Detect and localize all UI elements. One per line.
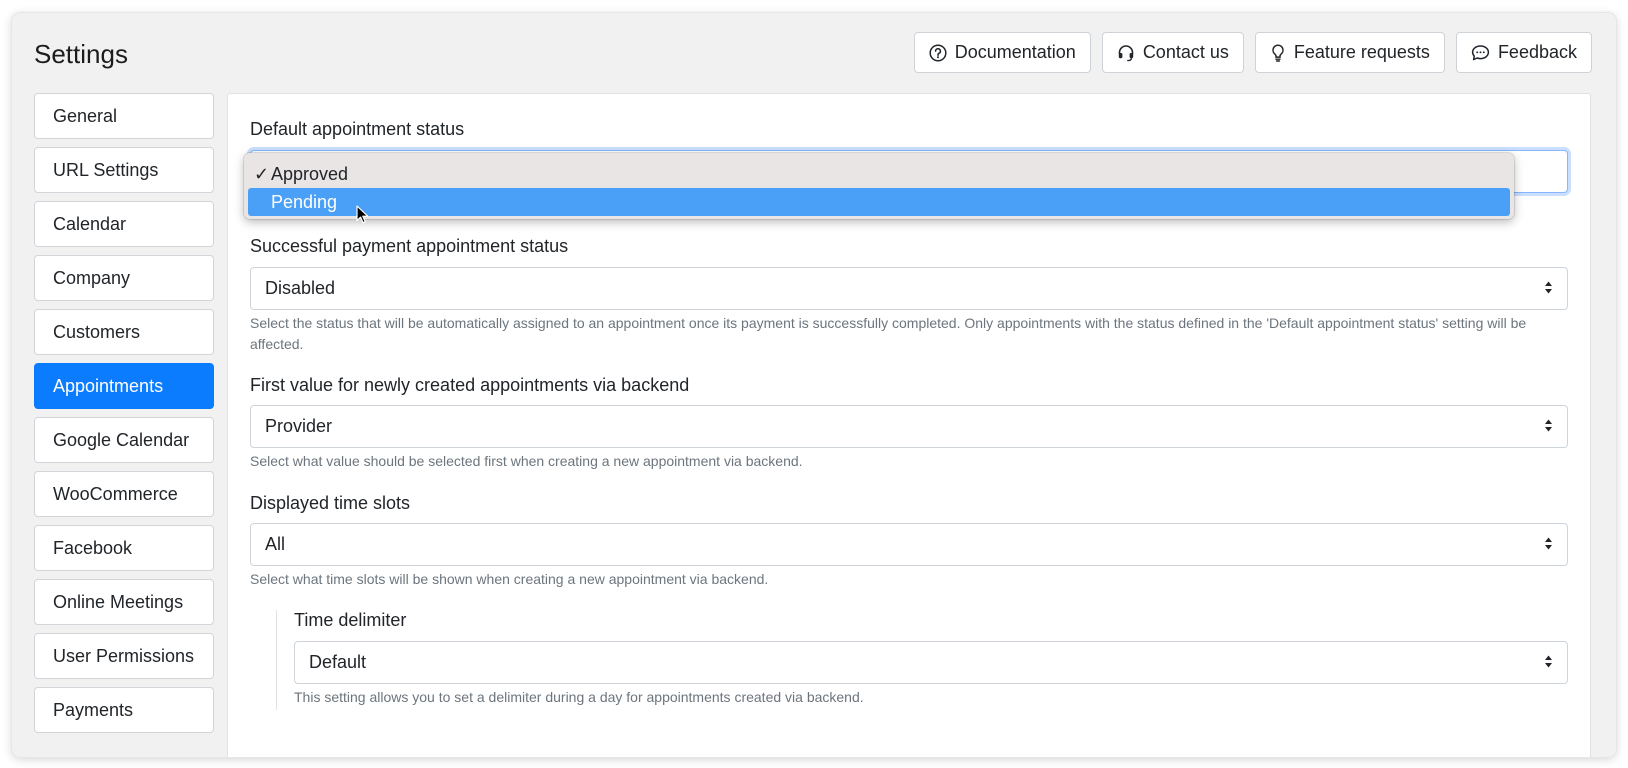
feedback-label: Feedback (1497, 42, 1577, 62)
feedback-button[interactable]: Feedback (1455, 32, 1592, 73)
nested-setting-divider (276, 610, 277, 710)
lightbulb-icon (1270, 43, 1286, 62)
payment-status-value: Disabled (265, 278, 336, 298)
contact-us-label: Contact us (1142, 42, 1229, 62)
time-delimiter-label: Time delimiter (294, 610, 407, 630)
payment-status-label: Successful payment appointment status (250, 236, 569, 256)
header-actions: Documentation Contact us Feature request… (913, 32, 1592, 73)
time-delimiter-help: This setting allows you to set a delimit… (294, 689, 864, 705)
time-delimiter-value: Default (309, 652, 367, 672)
default-status-dropdown: ✓ Approved Pending (244, 153, 1514, 219)
default-status-label: Default appointment status (250, 119, 465, 139)
first-value-help: Select what value should be selected fir… (250, 453, 803, 469)
headset-icon (1117, 44, 1135, 62)
checkmark-icon: ✓ (254, 163, 270, 184)
dropdown-option-label: Approved (271, 163, 349, 184)
dropdown-option-approved[interactable]: ✓ Approved (248, 160, 1510, 188)
sidebar-item-company[interactable]: Company (34, 255, 214, 301)
select-caret-icon (1544, 534, 1553, 555)
settings-sidebar: General URL Settings Calendar Company Cu… (34, 93, 214, 741)
mouse-pointer-icon (356, 205, 370, 230)
documentation-label: Documentation (954, 42, 1076, 62)
time-slots-label: Displayed time slots (250, 493, 411, 513)
chat-bubble-icon (1471, 44, 1490, 62)
question-circle-icon (929, 43, 947, 62)
select-caret-icon (1544, 652, 1553, 673)
sidebar-item-customers[interactable]: Customers (34, 309, 214, 355)
select-caret-icon (1544, 416, 1553, 437)
sidebar-item-user-permissions[interactable]: User Permissions (34, 633, 214, 679)
settings-window: Settings Documentation Contact us Featur… (12, 13, 1616, 757)
payment-status-select[interactable]: Disabled (250, 267, 1568, 310)
sidebar-item-url-settings[interactable]: URL Settings (34, 147, 214, 193)
sidebar-item-calendar[interactable]: Calendar (34, 201, 214, 247)
sidebar-item-google-calendar[interactable]: Google Calendar (34, 417, 214, 463)
time-slots-value: All (265, 534, 286, 554)
sidebar-item-online-meetings[interactable]: Online Meetings (34, 579, 214, 625)
sidebar-item-facebook[interactable]: Facebook (34, 525, 214, 571)
contact-us-button[interactable]: Contact us (1101, 32, 1244, 73)
page-title: Settings (34, 39, 128, 69)
first-value-label: First value for newly created appointmen… (250, 375, 690, 395)
feature-requests-label: Feature requests (1293, 42, 1430, 62)
dropdown-option-pending[interactable]: Pending (248, 188, 1510, 216)
first-value-value: Provider (265, 416, 333, 436)
time-slots-select[interactable]: All (250, 523, 1568, 566)
time-slots-help: Select what time slots will be shown whe… (250, 571, 769, 587)
payment-status-help: Select the status that will be automatic… (250, 315, 1527, 352)
sidebar-item-payments[interactable]: Payments (34, 687, 214, 733)
documentation-button[interactable]: Documentation (913, 32, 1091, 73)
first-value-select[interactable]: Provider (250, 405, 1568, 448)
sidebar-item-appointments[interactable]: Appointments (34, 363, 214, 409)
select-caret-icon (1544, 278, 1553, 299)
time-delimiter-select[interactable]: Default (294, 641, 1568, 684)
dropdown-option-label: Pending (271, 191, 338, 212)
sidebar-item-woocommerce[interactable]: WooCommerce (34, 471, 214, 517)
feature-requests-button[interactable]: Feature requests (1254, 32, 1445, 73)
settings-content: Default appointment status Successful pa… (227, 93, 1591, 757)
sidebar-item-general[interactable]: General (34, 93, 214, 139)
